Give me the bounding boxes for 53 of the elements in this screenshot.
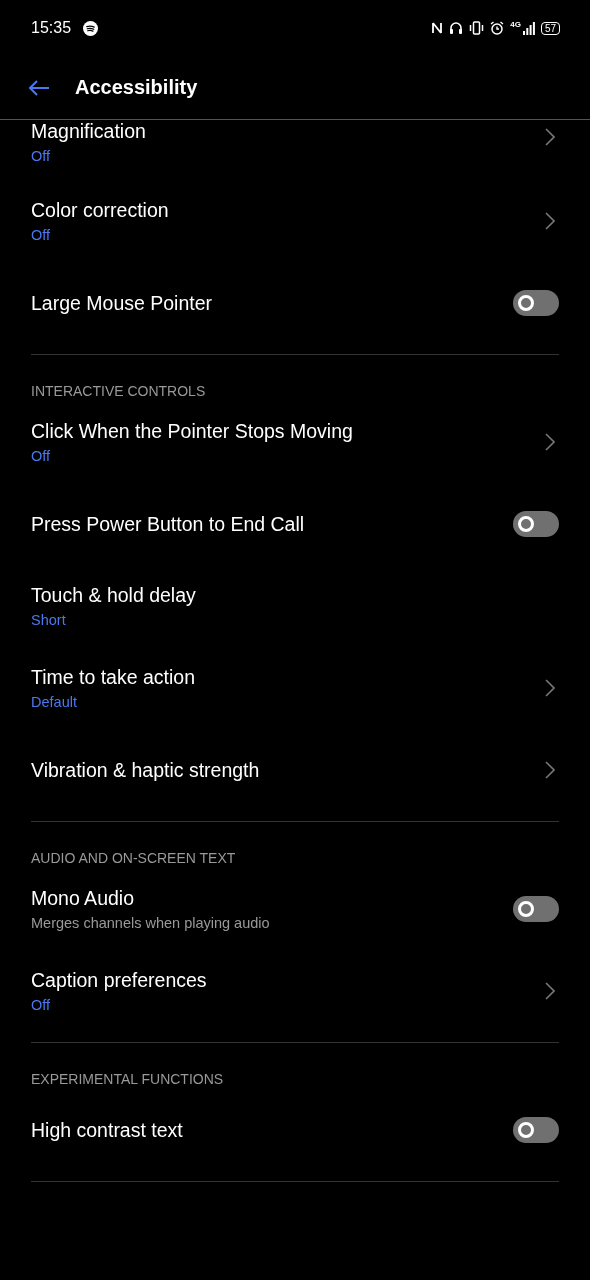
item-value: Off — [31, 227, 52, 243]
alarm-icon — [490, 21, 505, 35]
item-title: Touch & hold delay — [31, 584, 197, 607]
battery-level: 57 — [540, 21, 560, 35]
chevron-right-icon — [545, 128, 555, 146]
settings-item[interactable]: Time to take action Default — [31, 647, 559, 729]
settings-item[interactable]: Vibration & haptic strength — [31, 729, 559, 811]
item-title: Click When the Pointer Stops Moving — [31, 420, 354, 443]
item-description: Merges channels when playing audio — [31, 915, 271, 931]
settings-item[interactable]: Touch & hold delay Short — [31, 565, 559, 647]
status-time: 15:35 — [31, 19, 72, 37]
settings-item[interactable]: Magnification Off — [31, 120, 559, 180]
toggle-switch[interactable] — [513, 511, 559, 537]
section-heading: EXPERIMENTAL FUNCTIONS — [31, 1071, 225, 1087]
section-heading: AUDIO AND ON-SCREEN TEXT — [31, 850, 237, 866]
page-title: Accessibility — [75, 76, 198, 99]
settings-item[interactable]: Mono Audio Merges channels when playing audio — [31, 868, 559, 950]
chevron-right-icon — [545, 212, 555, 230]
item-value: Off — [31, 448, 52, 464]
chevron-right-icon — [545, 761, 555, 779]
section-heading: INTERACTIVE CONTROLS — [31, 383, 207, 399]
item-title: Mono Audio — [31, 887, 135, 910]
settings-item[interactable]: Large Mouse Pointer — [31, 262, 559, 344]
settings-item[interactable]: Press Power Button to End Call — [31, 483, 559, 565]
signal-icon — [522, 21, 535, 35]
back-arrow-icon[interactable] — [28, 79, 50, 96]
toggle-switch[interactable] — [513, 290, 559, 316]
toggle-switch[interactable] — [513, 896, 559, 922]
settings-item[interactable]: Click When the Pointer Stops Moving Off — [31, 401, 559, 483]
item-title: High contrast text — [31, 1118, 184, 1142]
item-title: Magnification — [31, 120, 147, 143]
chevron-right-icon — [545, 982, 555, 1000]
settings-item[interactable]: Color correction Off — [31, 180, 559, 262]
music-app-icon — [83, 20, 99, 36]
chevron-right-icon — [545, 679, 555, 697]
item-value: Off — [31, 997, 52, 1013]
item-value: Off — [31, 148, 52, 164]
item-title: Press Power Button to End Call — [31, 512, 306, 536]
item-value: Short — [31, 612, 67, 628]
vibrate-icon — [469, 21, 485, 35]
item-title: Large Mouse Pointer — [31, 291, 214, 315]
chevron-right-icon — [545, 433, 555, 451]
item-title: Time to take action — [31, 666, 197, 689]
item-value: Default — [31, 694, 78, 710]
network-type: 4G — [510, 19, 521, 29]
toggle-switch[interactable] — [513, 1117, 559, 1143]
item-title: Caption preferences — [31, 969, 208, 992]
nfc-icon — [431, 21, 444, 35]
headphones-icon — [449, 21, 464, 35]
item-title: Color correction — [31, 199, 170, 222]
item-title: Vibration & haptic strength — [31, 758, 261, 782]
settings-item[interactable]: High contrast text — [31, 1089, 559, 1171]
settings-item[interactable]: Caption preferences Off — [31, 950, 559, 1032]
